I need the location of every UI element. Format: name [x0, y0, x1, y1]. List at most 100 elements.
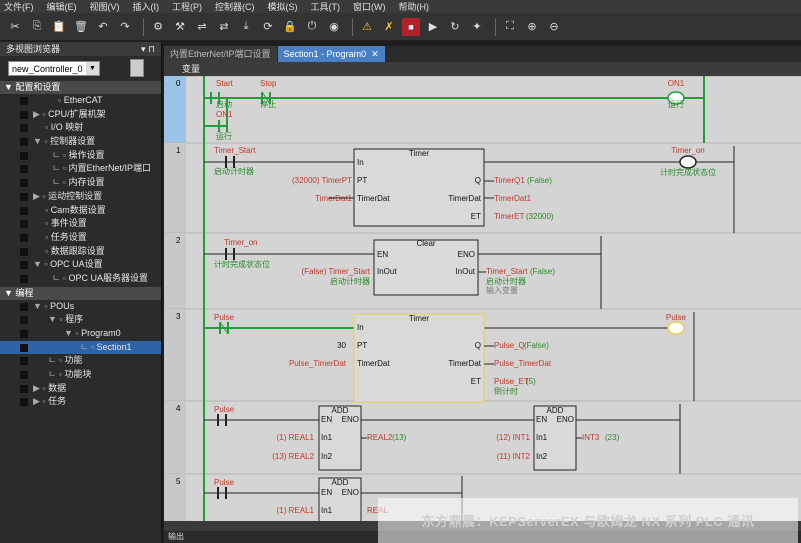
menu-item-4[interactable]: 工程(P)	[172, 0, 202, 13]
lock-icon[interactable]: 🔒	[281, 18, 299, 36]
refresh-icon[interactable]: ↻	[446, 18, 464, 36]
tree-item-program_items-3[interactable]: ㄴ ▫ Section1	[0, 340, 161, 355]
warning-icon[interactable]: ⚠	[358, 18, 376, 36]
delete-icon[interactable]: 🗑	[72, 18, 90, 36]
tree-item-config_items-11[interactable]: ▫ 数据跟踪设置	[0, 245, 161, 259]
tree-item-config_items-3[interactable]: ▼ ▫ 控制器设置	[0, 135, 161, 149]
cut-icon[interactable]: ✂	[6, 18, 24, 36]
rung-gutter[interactable]	[164, 474, 186, 521]
tree-node-icon: ▼ ▫	[33, 259, 51, 270]
paste-icon[interactable]: 📋	[50, 18, 68, 36]
clear-en: EN	[377, 250, 388, 259]
menu-item-2[interactable]: 视图(V)	[90, 0, 120, 13]
tree-item-config_items-8[interactable]: ▫ Cam数据设置	[0, 204, 161, 218]
copy-icon[interactable]: ⎘	[28, 18, 46, 36]
redo-icon[interactable]: ↷	[116, 18, 134, 36]
tree-item-config_items-5[interactable]: ㄴ ▫ 内置EtherNet/IP端口	[0, 162, 161, 176]
menu-item-6[interactable]: 模拟(S)	[268, 0, 298, 13]
tree-item-config_items-10[interactable]: ▫ 任务设置	[0, 231, 161, 245]
tree-item-program_items-2[interactable]: ▼ ▫ Program0	[0, 327, 161, 341]
tree-item-text: OPC UA服务器设置	[68, 272, 148, 283]
rung-gutter[interactable]	[164, 401, 186, 474]
compare-icon[interactable]: ⇄	[215, 18, 233, 36]
tree-item-label: ㄴ ▫ 功能块	[48, 368, 92, 382]
tab-0[interactable]: 内置EtherNet/IP端口设置	[164, 46, 277, 62]
tools-icon[interactable]: ⚒	[171, 18, 189, 36]
rung-gutter[interactable]	[164, 143, 186, 233]
timer1-et-var: TimerET	[494, 212, 524, 221]
rung-gutter[interactable]	[164, 309, 186, 401]
stop-icon[interactable]: ■	[402, 17, 420, 36]
build-icon[interactable]: ⚙	[149, 18, 167, 36]
tree-item-config_items-0[interactable]: ▫ EtherCAT	[0, 94, 161, 108]
tree-item-text: POUs	[50, 300, 75, 311]
tree-item-config_items-13[interactable]: ㄴ ▫ OPC UA服务器设置	[0, 272, 161, 286]
tree-item-config_items-9[interactable]: ▫ 事件设置	[0, 217, 161, 231]
clear-in-var: (False) Timer_Start	[302, 267, 371, 276]
run-icon[interactable]: ▶	[424, 18, 442, 36]
fit-icon[interactable]: ⛶	[501, 18, 519, 36]
tree-item-config_items-7[interactable]: ▶ ▫ 运动控制设置	[0, 190, 161, 204]
monitor-icon[interactable]: ◉	[325, 18, 343, 36]
tree-item-config_items-4[interactable]: ㄴ ▫ 操作设置	[0, 149, 161, 163]
tree-node-icon: ▼ ▫	[33, 136, 51, 147]
online-icon[interactable]: ⏻	[303, 18, 321, 36]
timer3-et-comment: 倒计时	[494, 386, 518, 396]
controller-select[interactable]: new_Controller_0 ▼	[8, 60, 100, 76]
timer3-et-var: Pulse_ET	[494, 377, 529, 386]
program-section-header[interactable]: ▼ 编程	[0, 286, 161, 300]
menu-item-8[interactable]: 窗口(W)	[353, 0, 386, 13]
tree-item-config_items-2[interactable]: ▫ I/O 映射	[0, 121, 161, 135]
tree-item-label: ▼ ▫ 控制器设置	[33, 135, 95, 149]
forced-icon[interactable]: ✗	[380, 18, 398, 36]
tree-item-program_items-4[interactable]: ㄴ ▫ 功能	[0, 354, 161, 368]
config-section-header[interactable]: ▼ 配置和设置	[0, 81, 161, 94]
tree-item-label: ▫ I/O 映射	[45, 121, 83, 135]
transfer-icon[interactable]: ⤓	[237, 18, 255, 36]
close-icon[interactable]: ✕	[371, 49, 379, 59]
tree-item-program_items-1[interactable]: ▼ ▫ 程序	[0, 313, 161, 327]
zoom-out-icon[interactable]: ⊖	[545, 18, 563, 36]
tree-node-icon: ▶ ▫	[33, 396, 49, 407]
tree-item-program_items-6[interactable]: ▶ ▫ 数据	[0, 382, 161, 396]
ladder-editor[interactable]: 0 1 2 3 4 5 Start 启动 Stop 停止 ON1 运行 ON1 运行 Timer_Start…	[164, 76, 801, 521]
clear-out-val: (False)	[530, 267, 555, 276]
tree-item-program_items-0[interactable]: ▼ ▫ POUs	[0, 300, 161, 314]
network-icon[interactable]: ⇌	[193, 18, 211, 36]
tree-item-text: Program0	[81, 328, 121, 338]
variables-bar[interactable]: 变量	[164, 62, 801, 76]
tree-item-program_items-7[interactable]: ▶ ▫ 任务	[0, 395, 161, 409]
tree-checkbox	[20, 357, 28, 366]
add1-in1-var: (1) REAL1	[277, 433, 315, 442]
tree-item-config_items-12[interactable]: ▼ ▫ OPC UA设置	[0, 258, 161, 272]
settings-icon[interactable]: ✦	[468, 18, 486, 36]
tree-item-text: 内存设置	[68, 177, 105, 188]
pin-icon[interactable]: ▾ ⊓	[141, 42, 155, 56]
tree-node-icon: ㄴ ▫	[48, 355, 65, 366]
tree-item-label: ㄴ ▫ OPC UA服务器设置	[52, 272, 148, 286]
tree-item-text: 事件设置	[50, 218, 87, 229]
tree-item-config_items-1[interactable]: ▶ ▫ CPU/扩展机架	[0, 108, 161, 122]
tree-node-icon: ㄴ ▫	[52, 163, 69, 174]
menu-item-5[interactable]: 控制器(C)	[215, 0, 255, 13]
menu-item-7[interactable]: 工具(T)	[311, 0, 341, 13]
tree-checkbox	[20, 316, 28, 325]
sync-icon[interactable]: ⟳	[259, 18, 277, 36]
menu-item-0[interactable]: 文件(F)	[4, 0, 34, 13]
tab-1[interactable]: Section1 - Program0 ✕	[277, 46, 385, 62]
rung-gutter[interactable]	[164, 233, 186, 309]
start-label: Start	[216, 79, 234, 88]
menu-item-1[interactable]: 编辑(E)	[47, 0, 77, 13]
undo-icon[interactable]: ↶	[94, 18, 112, 36]
timer1-pt-var: (32000) TimerPT	[292, 176, 352, 185]
rung-gutter[interactable]	[164, 76, 186, 143]
timer3-td-var: Pulse_TimerDat	[289, 359, 347, 368]
tree-checkbox	[20, 233, 28, 242]
controller-status-icon[interactable]	[130, 59, 144, 77]
tree-item-config_items-6[interactable]: ㄴ ▫ 内存设置	[0, 176, 161, 190]
chevron-down-icon[interactable]: ▼	[86, 61, 99, 75]
zoom-in-icon[interactable]: ⊕	[523, 18, 541, 36]
tree-item-program_items-5[interactable]: ㄴ ▫ 功能块	[0, 368, 161, 382]
menu-item-3[interactable]: 插入(I)	[133, 0, 160, 13]
menu-item-9[interactable]: 帮助(H)	[399, 0, 430, 13]
